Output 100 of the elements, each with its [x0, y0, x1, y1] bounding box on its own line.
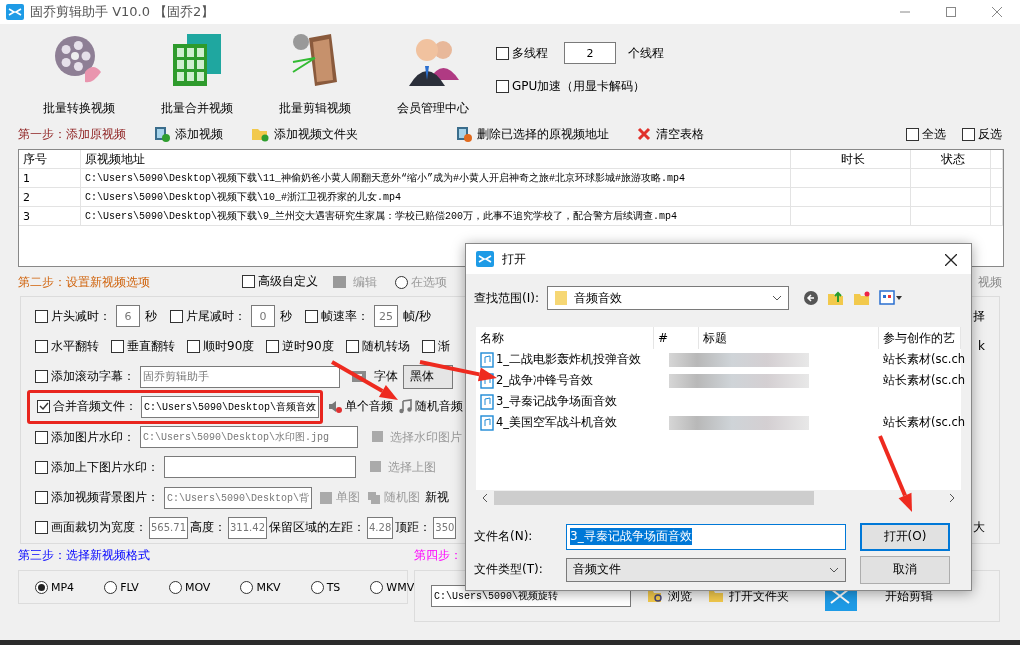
number-field[interactable]: 565.71 [149, 516, 188, 539]
checkbox[interactable] [496, 80, 509, 93]
checkbox[interactable] [111, 339, 124, 353]
checkbox-label: 片尾减时： [186, 307, 246, 325]
unit-label: 帧/秒 [403, 307, 432, 325]
checkbox[interactable] [35, 339, 48, 353]
file-item[interactable]: 1_二战电影轰炸机投弹音效 [476, 351, 654, 368]
background-path-field[interactable]: C:\Users\5090\Desktop\背 [164, 486, 313, 509]
number-field[interactable]: 311.42 [228, 516, 267, 539]
toolbar-button[interactable]: 会员管理中心 [374, 32, 492, 117]
toolbar-button[interactable]: 清空表格 [637, 125, 704, 143]
radio-button[interactable] [104, 580, 118, 594]
view-menu-icon[interactable] [878, 290, 903, 306]
folder-icon [553, 290, 568, 306]
subtitle-field[interactable]: 固乔剪辑助手 [140, 365, 340, 388]
close-icon [637, 127, 651, 141]
audio-file-icon [480, 393, 494, 410]
checkbox[interactable] [35, 521, 48, 535]
annotation-arrow [331, 360, 398, 400]
checkbox[interactable] [962, 127, 975, 141]
checkbox[interactable] [187, 339, 200, 353]
folder-search-icon [647, 589, 663, 603]
column-header[interactable]: 名称 [476, 327, 654, 349]
column-header[interactable]: # [654, 327, 699, 349]
folder-add-icon [251, 126, 269, 142]
toolbar-button[interactable]: 添加视频 [154, 125, 223, 143]
checkbox[interactable] [35, 430, 48, 444]
column-header: 状态 [911, 150, 991, 169]
checkbox-label: 渐 [437, 337, 450, 355]
checkbox[interactable] [421, 339, 435, 353]
table-cell [991, 150, 1003, 169]
radio-button[interactable] [35, 580, 48, 594]
artist-text: 站长素材(sc.ch [882, 373, 966, 388]
thread-count-field[interactable]: 2 [564, 42, 616, 64]
table-cell: 3 [19, 207, 81, 226]
checkbox[interactable] [305, 309, 318, 323]
checkbox-label: 全选 [922, 125, 946, 143]
audio-path-field[interactable]: C:\Users\5090\Desktop\音频音效 [141, 395, 320, 418]
scroll-left-icon[interactable] [482, 493, 488, 503]
open-folder-button[interactable]: 打开文件夹 [708, 587, 789, 605]
toolbar-button[interactable]: 批量剪辑视频 [256, 32, 374, 117]
radio-label: 在选项 [411, 273, 447, 291]
new-folder-icon[interactable] [852, 290, 871, 306]
checkbox[interactable] [345, 339, 359, 353]
column-header[interactable]: 标题 [699, 327, 879, 349]
app-logo-icon [6, 4, 24, 20]
field-label: 保留区域的左距： [269, 520, 365, 536]
square-icon [319, 490, 334, 505]
checkbox[interactable] [37, 400, 50, 414]
radio-button[interactable] [310, 580, 324, 594]
checkbox[interactable] [266, 339, 280, 353]
column-header[interactable]: 参与创作的艺 [879, 327, 961, 349]
speaker-icon [328, 399, 344, 415]
radio-button[interactable] [168, 580, 182, 594]
toolbar-button[interactable]: 删除已选择的原视频地址 [456, 125, 609, 143]
step-title: 第一步：添加原视频 [18, 125, 126, 143]
text-field[interactable] [164, 456, 356, 479]
audio-button[interactable]: 单个音频 [328, 398, 394, 416]
font-dropdown[interactable]: 黑体 [403, 364, 453, 389]
radio-button[interactable] [395, 275, 408, 289]
checkbox-label: 多线程 [512, 44, 548, 62]
checkbox[interactable] [242, 275, 255, 288]
number-field[interactable]: 350 [433, 516, 457, 539]
folder-up-icon[interactable] [826, 290, 845, 306]
checkbox-label: 添加滚动字幕： [51, 368, 135, 386]
scroll-right-icon[interactable] [949, 493, 955, 503]
close-icon[interactable] [945, 253, 957, 266]
folder-dropdown[interactable]: 音频音效 [546, 286, 789, 310]
filename-field[interactable]: 3_寻秦记战争场面音效 [566, 523, 846, 550]
filetype-dropdown[interactable]: 音频文件 [566, 557, 846, 582]
number-field[interactable]: 25 [374, 305, 398, 328]
checkbox-label: 高级自定义 [258, 273, 318, 290]
maximize-icon[interactable] [946, 7, 956, 17]
radio-button[interactable] [240, 580, 254, 594]
checkbox[interactable] [170, 309, 183, 323]
step-title: 第四步： [414, 546, 463, 564]
checkbox[interactable] [35, 370, 48, 384]
checkbox[interactable] [906, 127, 919, 141]
number-field[interactable]: 6 [116, 305, 140, 328]
cancel-button[interactable]: 取消 [860, 555, 950, 584]
checkbox[interactable] [35, 309, 48, 323]
watermark-path-field[interactable]: C:\Users\5090\Desktop\水印图.jpg [140, 426, 358, 449]
checkbox-label: 添加上下图片水印： [51, 459, 159, 476]
audio-button[interactable]: 随机音频 [398, 398, 464, 416]
folder-icon [708, 589, 724, 603]
number-field[interactable]: 0 [251, 305, 275, 328]
back-icon[interactable] [802, 290, 819, 306]
radio-button[interactable] [370, 580, 384, 594]
toolbar-button[interactable]: 批量转换视频 [20, 32, 138, 117]
file-item[interactable]: 3_寻秦记战争场面音效 [476, 393, 654, 410]
checkbox-label: 随机转场 [361, 337, 410, 355]
checkbox[interactable] [496, 46, 509, 60]
toolbar-button[interactable]: 添加视频文件夹 [251, 125, 358, 143]
file-item[interactable]: 4_美国空军战斗机音效 [476, 414, 654, 431]
checkbox[interactable] [35, 461, 48, 474]
open-button[interactable]: 打开(O) [860, 522, 950, 551]
table-cell: 1 [19, 169, 81, 188]
number-field[interactable]: 4.28 [367, 516, 394, 539]
checkbox[interactable] [35, 491, 48, 505]
toolbar-button[interactable]: 批量合并视频 [138, 32, 256, 117]
